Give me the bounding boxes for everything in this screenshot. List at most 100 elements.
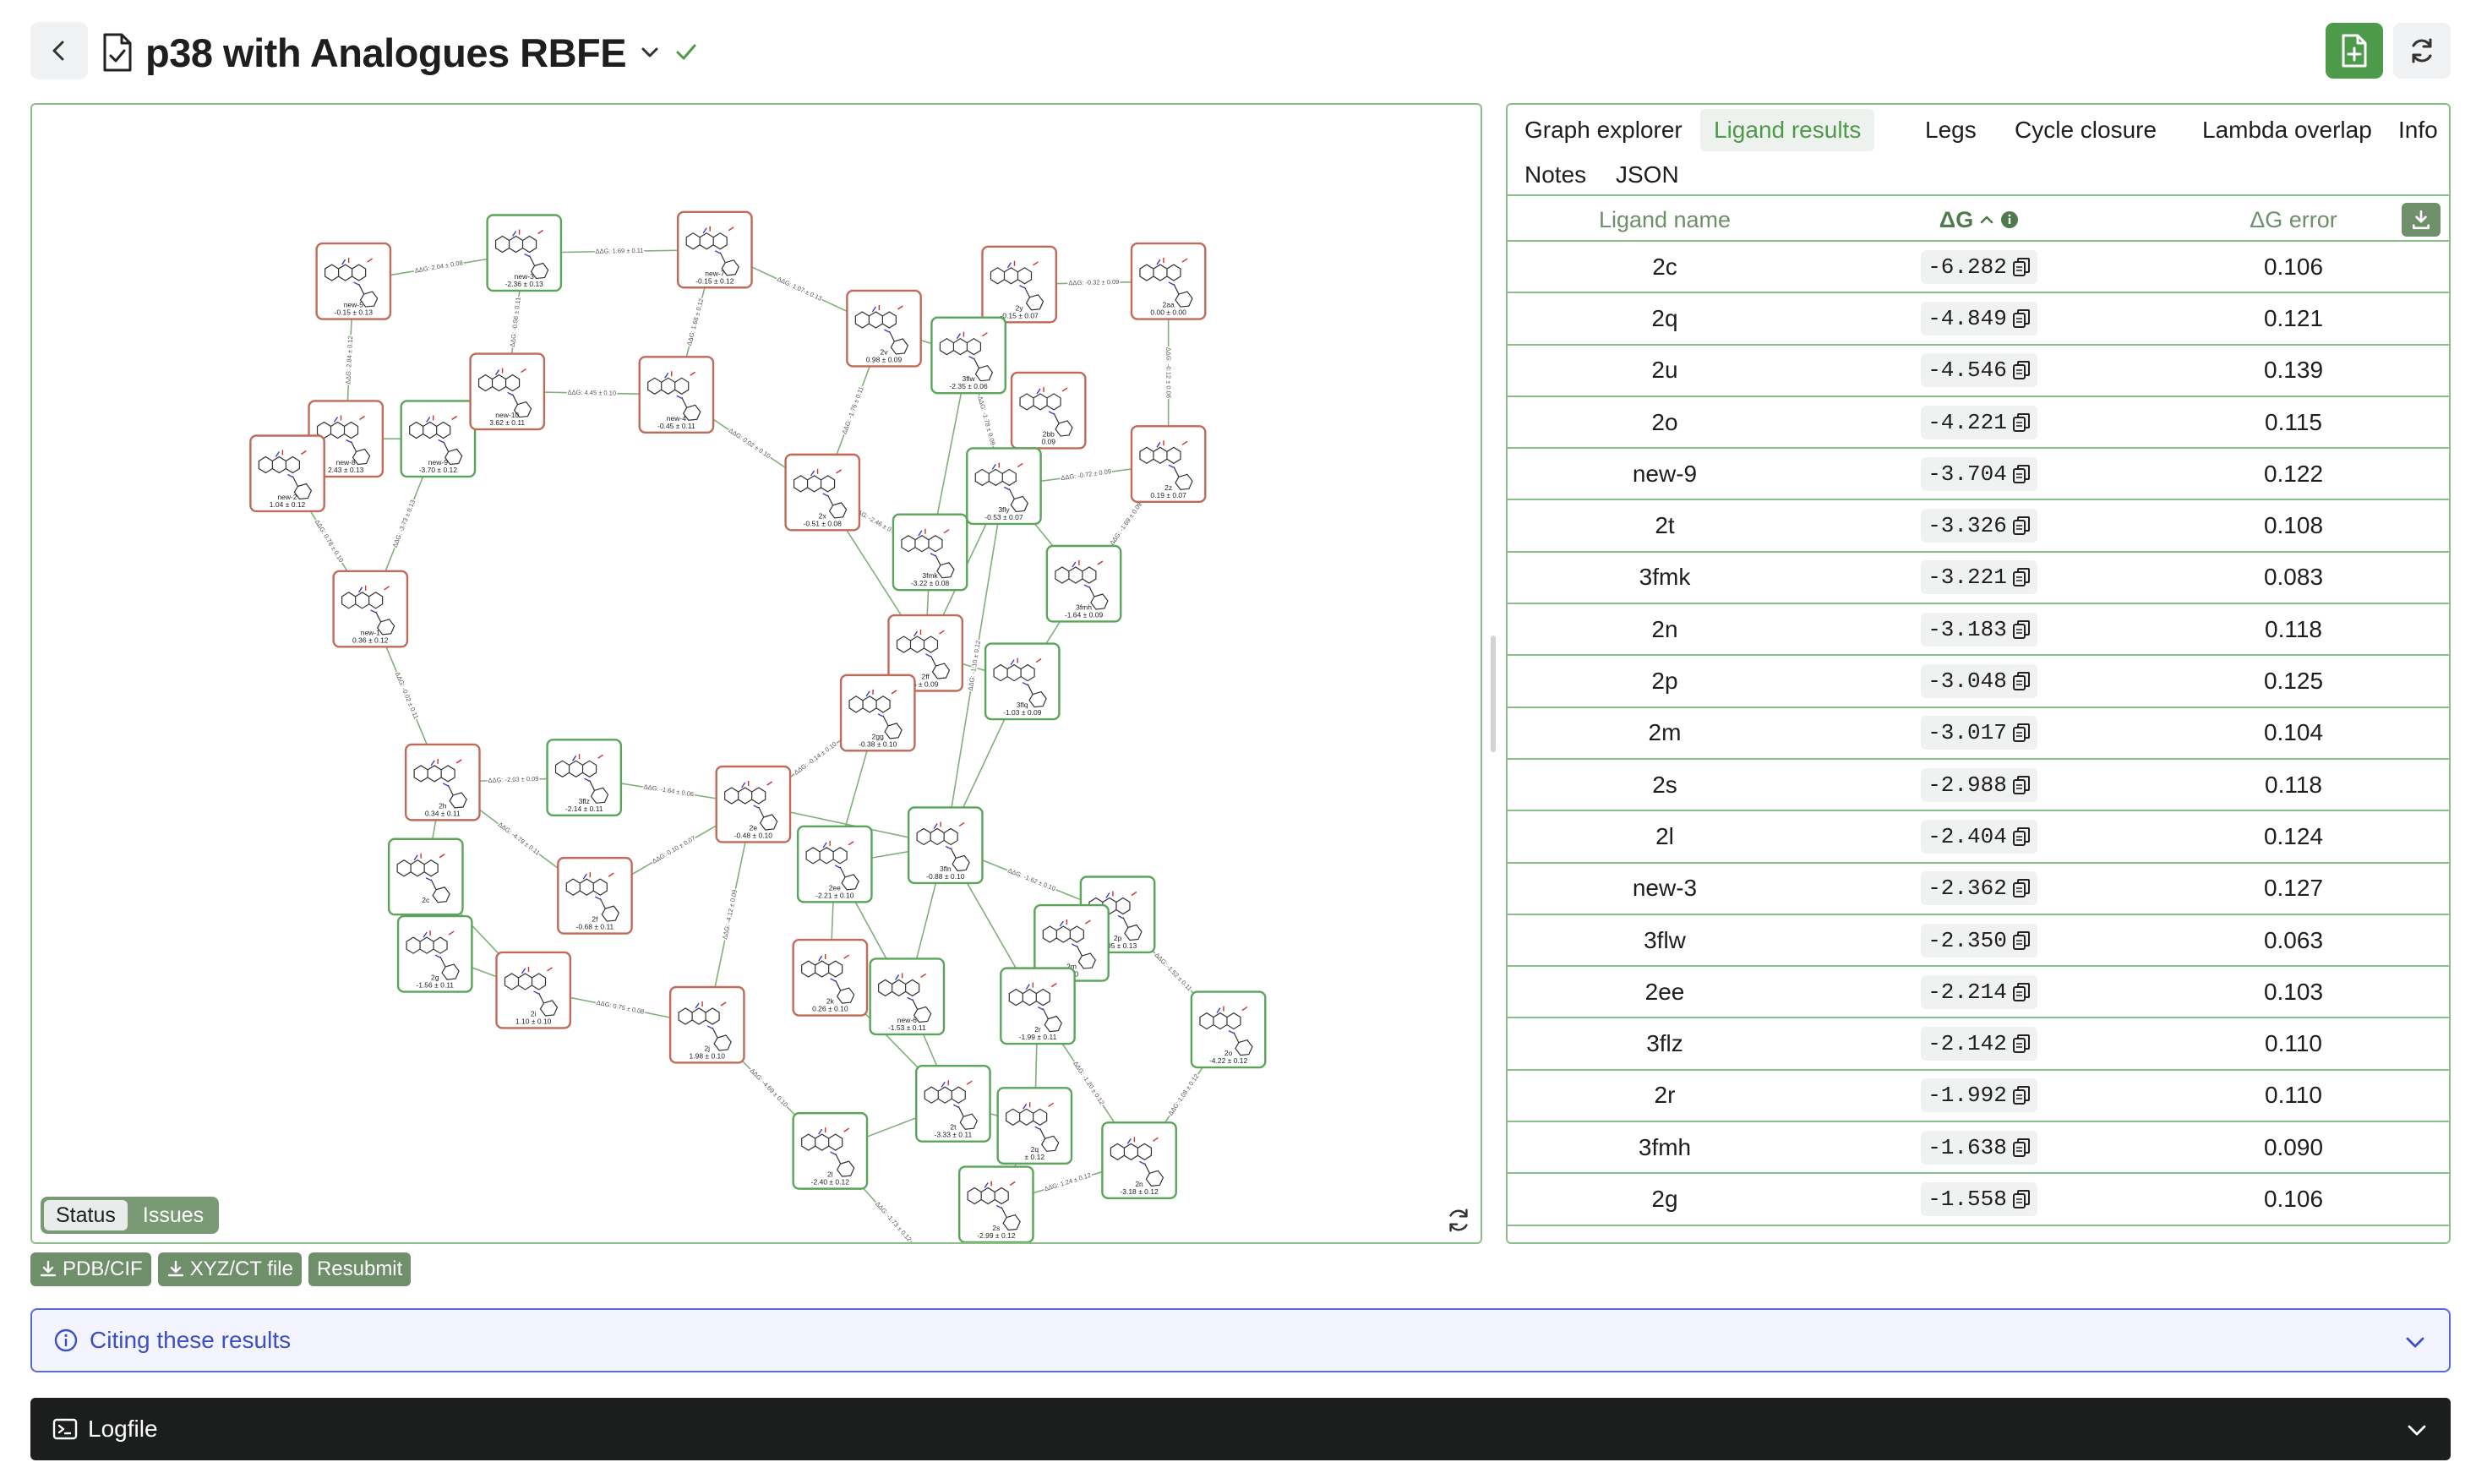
graph-node-new-1[interactable]: new-10.36 ± 0.12 <box>332 570 409 648</box>
issues-toggle-option[interactable]: Issues <box>131 1200 215 1230</box>
download-xyz-button[interactable]: XYZ/CT file <box>157 1252 302 1286</box>
graph-node-2h[interactable]: 2h0.34 ± 0.11 <box>404 743 481 821</box>
copy-icon[interactable] <box>2012 1138 2031 1158</box>
copy-icon[interactable] <box>2012 671 2031 691</box>
graph-node-2z[interactable]: 2z0.19 ± 0.07 <box>1130 425 1207 503</box>
graph-node-new-2[interactable]: new-21.04 ± 0.12 <box>249 434 325 513</box>
graph-node-2bb[interactable]: 2bb0.09 <box>1010 371 1087 450</box>
copy-icon[interactable] <box>2012 619 2031 640</box>
graph-node-3fmh[interactable]: 3fmh-1.64 ± 0.09 <box>1045 544 1122 623</box>
graph-node-3fmk[interactable]: 3fmk-3.22 ± 0.08 <box>892 513 968 592</box>
copy-icon[interactable] <box>2012 827 2031 847</box>
graph-node-2l[interactable]: 2l-2.40 ± 0.12 <box>792 1111 869 1190</box>
network-graph[interactable]: ΔΔG: 2.04 ± 0.08 ΔΔG: 1.69 ± 0.11 ΔΔG: 1.0… <box>32 105 1481 1242</box>
graph-node-3flq[interactable]: 3flq-1.03 ± 0.09 <box>984 642 1061 721</box>
graph-node-2t[interactable]: 2t-3.33 ± 0.11 <box>915 1065 991 1143</box>
graph-node-new-4[interactable]: new-4-0.45 ± 0.11 <box>638 356 715 434</box>
copy-icon[interactable] <box>2012 464 2031 484</box>
tab-lambda-overlap[interactable]: Lambda overlap <box>2189 109 2386 151</box>
graph-node-dg: -1.53 ± 0.11 <box>888 1023 926 1032</box>
graph-node-2r[interactable]: 2r-1.99 ± 0.11 <box>1000 967 1076 1045</box>
column-header-dg[interactable]: ΔG <box>1822 198 2136 242</box>
graph-node-2aa[interactable]: 2aa0.00 ± 0.00 <box>1130 242 1207 320</box>
tab-info[interactable]: Info <box>2385 109 2449 151</box>
graph-node-2g[interactable]: 2g-1.56 ± 0.11 <box>396 914 473 993</box>
graph-node-2ee[interactable]: 2ee-2.21 ± 0.10 <box>796 825 873 903</box>
graph-node-2i[interactable]: 2i1.10 ± 0.10 <box>495 951 572 1029</box>
graph-edge-label: ΔΔG: -1.62 ± 0.10 <box>1006 866 1056 892</box>
panel-resize-handle[interactable] <box>1491 636 1496 752</box>
resubmit-button[interactable]: Resubmit <box>308 1252 412 1286</box>
graph-node-new-10[interactable]: new-103.62 ± 0.11 <box>469 352 546 431</box>
copy-icon[interactable] <box>2012 257 2031 277</box>
copy-icon[interactable] <box>2012 930 2031 951</box>
column-header-ligand-name[interactable]: Ligand name <box>1508 198 1822 242</box>
copy-icon[interactable] <box>2012 878 2031 898</box>
copy-icon[interactable] <box>2012 360 2031 380</box>
graph-node-2s[interactable]: 2s-2.99 ± 0.12 <box>957 1165 1034 1242</box>
graph-node-3fln[interactable]: 3fln-0.88 ± 0.10 <box>907 806 984 885</box>
graph-refresh-button[interactable] <box>1442 1203 1475 1237</box>
back-button[interactable] <box>30 22 88 79</box>
copy-icon[interactable] <box>2012 567 2031 587</box>
new-document-button[interactable] <box>2326 23 2383 79</box>
graph-node-2gg[interactable]: 2gg-0.38 ± 0.10 <box>839 674 916 752</box>
graph-edge-label: ΔΔG: -0.02 ± 0.11 <box>394 671 420 720</box>
tab-graph-explorer[interactable]: Graph explorer <box>1511 109 1696 151</box>
tab-ligand-results[interactable]: Ligand results <box>1700 109 1875 151</box>
graph-node-new-5[interactable]: new-5-0.15 ± 0.13 <box>315 242 392 320</box>
graph-node-2o[interactable]: 2o-4.22 ± 0.12 <box>1190 990 1267 1069</box>
copy-icon[interactable] <box>2012 1085 2031 1105</box>
graph-edge-label: ΔΔG: 0.75 ± 0.08 <box>596 999 645 1016</box>
graph-node-dg: 1.10 ± 0.10 <box>515 1017 552 1025</box>
graph-node-2k[interactable]: 2k0.26 ± 0.10 <box>792 938 869 1017</box>
network-graph-panel[interactable]: ΔΔG: 2.04 ± 0.08 ΔΔG: 1.69 ± 0.11 ΔΔG: 1.0… <box>30 103 1482 1244</box>
ligand-name-cell: 2o <box>1651 408 1678 435</box>
copy-icon[interactable] <box>2012 723 2031 743</box>
status-toggle-option[interactable]: Status <box>44 1200 128 1230</box>
copy-icon[interactable] <box>2012 1189 2031 1209</box>
graph-node-2f[interactable]: 2f-0.68 ± 0.11 <box>557 856 633 935</box>
tab-notes[interactable]: Notes <box>1511 154 1600 196</box>
graph-node-3flw[interactable]: 3flw-2.35 ± 0.06 <box>930 316 1006 395</box>
graph-node-2x[interactable]: 2x-0.51 ± 0.08 <box>784 453 861 532</box>
download-pdb-button[interactable]: PDB/CIF <box>30 1252 151 1286</box>
graph-node-new-9[interactable]: new-9-3.70 ± 0.12 <box>400 400 477 478</box>
copy-icon[interactable] <box>2012 1034 2031 1054</box>
tab-cycle-closure[interactable]: Cycle closure <box>2001 109 2170 151</box>
graph-node-2y[interactable]: 2y-0.15 ± 0.07 <box>981 245 1058 324</box>
tab-json[interactable]: JSON <box>1602 154 1693 196</box>
copy-icon[interactable] <box>2012 516 2031 536</box>
graph-node-new-7[interactable]: new-7-0.15 ± 0.12 <box>677 210 753 289</box>
graph-node-new-6[interactable]: new-6-1.53 ± 0.11 <box>869 958 946 1036</box>
tab-legs[interactable]: Legs <box>1912 109 1990 151</box>
download-table-button[interactable] <box>2402 203 2441 237</box>
graph-node-3flz[interactable]: 3flz-2.14 ± 0.11 <box>546 739 623 816</box>
copy-icon[interactable] <box>2012 412 2031 433</box>
status-issues-toggle[interactable]: Status Issues <box>41 1197 220 1234</box>
graph-node-new-3[interactable]: new-3-2.36 ± 0.13 <box>486 214 563 292</box>
graph-node-2n[interactable]: 2n-3.18 ± 0.12 <box>1101 1121 1177 1200</box>
dg-value-pill: -2.142 <box>1921 1027 2037 1061</box>
graph-node-2e[interactable]: 2e-0.48 ± 0.10 <box>715 765 792 843</box>
graph-node-2j[interactable]: 2j1.98 ± 0.10 <box>668 985 745 1064</box>
copy-icon[interactable] <box>2012 982 2031 1002</box>
copy-icon[interactable] <box>2012 308 2031 329</box>
graph-node-2q[interactable]: 2q± 0.12 <box>996 1087 1073 1165</box>
chevron-down-icon[interactable] <box>638 41 662 64</box>
citing-results-accordion[interactable]: Citing these results <box>30 1308 2451 1372</box>
dg-cell: -3.017 <box>1822 708 2136 758</box>
graph-node-dg: -0.15 ± 0.07 <box>1000 311 1039 319</box>
table-row: 3flz -2.142 0.110 <box>1508 1018 2449 1071</box>
graph-node-dg: -0.38 ± 0.10 <box>859 739 897 748</box>
graph-node-2v[interactable]: 2v0.98 ± 0.09 <box>846 289 922 368</box>
graph-node-dg: -0.15 ± 0.13 <box>335 308 374 317</box>
graph-edge-label: ΔΔG: -4.79 ± 0.11 <box>497 821 542 857</box>
info-icon[interactable] <box>2000 210 2019 229</box>
graph-node-2c[interactable]: 2c <box>387 837 464 916</box>
copy-icon[interactable] <box>2012 775 2031 795</box>
dg-value-pill: -4.849 <box>1921 301 2037 336</box>
refresh-button[interactable] <box>2393 23 2451 79</box>
logfile-accordion[interactable]: Logfile <box>30 1398 2451 1460</box>
graph-node-3fly[interactable]: 3fly-0.53 ± 0.07 <box>966 447 1042 526</box>
